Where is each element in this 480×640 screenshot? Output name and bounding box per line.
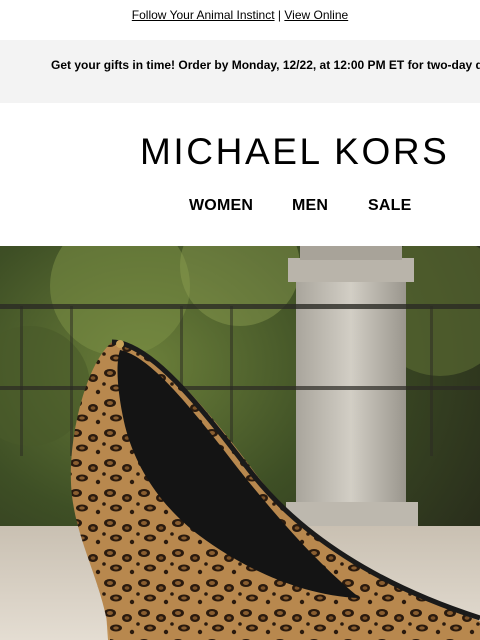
- view-online-link[interactable]: View Online: [284, 8, 348, 22]
- leopard-pump-photo-icon: [0, 246, 480, 640]
- hero-image[interactable]: [0, 246, 480, 640]
- promo-banner[interactable]: Get your gifts in time! Order by Monday,…: [0, 40, 480, 103]
- promo-text: Get your gifts in time! Order by Monday,…: [51, 58, 480, 72]
- nav-sale[interactable]: SALE: [368, 196, 411, 216]
- main-nav: WOMEN MEN SALE: [0, 196, 480, 216]
- nav-men[interactable]: MEN: [292, 196, 328, 216]
- preheader-links: Follow Your Animal Instinct | View Onlin…: [0, 8, 480, 22]
- follow-link[interactable]: Follow Your Animal Instinct: [132, 8, 275, 22]
- preheader: Follow Your Animal Instinct | View Onlin…: [0, 0, 480, 40]
- logo-text: MICHAEL KORS: [140, 133, 449, 171]
- separator: |: [277, 8, 282, 22]
- michael-kors-logo[interactable]: MICHAEL KORS: [140, 133, 460, 171]
- nav-women[interactable]: WOMEN: [189, 196, 253, 216]
